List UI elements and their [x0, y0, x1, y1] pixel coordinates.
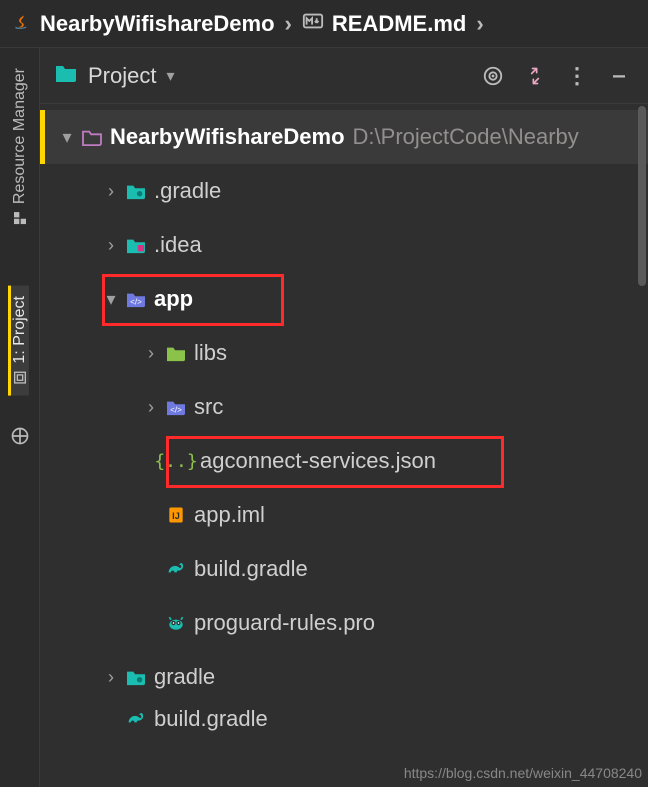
iml-file-icon: IJ [162, 505, 190, 525]
chevron-down-icon: ▾ [166, 66, 174, 86]
folder-gradle-icon [122, 668, 150, 686]
breadcrumb-file[interactable]: README.md [332, 11, 466, 37]
resource-manager-icon [12, 209, 28, 227]
chevron-down-icon[interactable]: ▾ [56, 127, 78, 148]
module-folder-icon [78, 128, 106, 146]
tree-item-label: build.gradle [194, 556, 308, 582]
folder-icon [54, 63, 78, 89]
sidebar-tab-resource-manager[interactable]: Resource Manager [11, 58, 29, 236]
tree-item-label: gradle [154, 664, 215, 690]
tree-item-agconnect[interactable]: {..} agconnect-services.json [40, 434, 648, 488]
json-file-icon: {..} [162, 451, 190, 472]
chevron-right-icon: › [285, 11, 292, 37]
folder-lib-icon [162, 344, 190, 362]
sidebar-tab-label: 1: Project [11, 296, 29, 364]
tree-item-label: .gradle [154, 178, 221, 204]
svg-text:</>: </> [130, 297, 142, 306]
svg-text:IJ: IJ [172, 511, 180, 521]
structure-icon[interactable] [10, 426, 30, 451]
tree-root-path: D:\ProjectCode\Nearby [353, 124, 579, 150]
breadcrumb-project[interactable]: NearbyWifishareDemo [40, 11, 275, 37]
proguard-file-icon [162, 613, 190, 633]
tree-item-build-gradle-app[interactable]: build.gradle [40, 542, 648, 596]
tree-item-idea[interactable]: › .idea [40, 218, 648, 272]
minimize-icon[interactable] [604, 61, 634, 91]
tree-item-proguard[interactable]: proguard-rules.pro [40, 596, 648, 650]
svg-text:</>: </> [170, 405, 182, 414]
folder-gradle-icon [122, 182, 150, 200]
module-source-folder-icon: </> [122, 290, 150, 308]
module-source-folder-icon: </> [162, 398, 190, 416]
project-square-icon [12, 369, 28, 387]
tree-item-label: libs [194, 340, 227, 366]
collapse-icon[interactable] [520, 61, 550, 91]
folder-idea-icon [122, 236, 150, 254]
chevron-down-icon[interactable]: ▾ [100, 289, 122, 310]
chevron-right-icon[interactable]: › [100, 667, 122, 688]
tree-item-app-iml[interactable]: IJ app.iml [40, 488, 648, 542]
tree-item-app[interactable]: ▾ </> app [40, 272, 648, 326]
tree-item-gradle-cache[interactable]: › .gradle [40, 164, 648, 218]
sidebar-tab-label: Resource Manager [11, 68, 29, 204]
tree-item-label: agconnect-services.json [200, 448, 436, 474]
scrollbar-vertical[interactable] [638, 106, 646, 286]
tree-item-label: src [194, 394, 223, 420]
tree-root-name: NearbyWifishareDemo [110, 124, 345, 150]
breadcrumb: NearbyWifishareDemo › README.md › [0, 0, 648, 48]
tree-item-label: app.iml [194, 502, 265, 528]
selection-indicator [40, 110, 45, 164]
tool-window-strip: Resource Manager 1: Project [0, 48, 40, 787]
target-icon[interactable] [478, 61, 508, 91]
tree-item-build-gradle-root[interactable]: build.gradle [40, 704, 648, 734]
chevron-right-icon[interactable]: › [100, 181, 122, 202]
gradle-file-icon [162, 559, 190, 579]
chevron-right-icon[interactable]: › [140, 397, 162, 418]
chevron-right-icon[interactable]: › [100, 235, 122, 256]
tree-item-gradle-dir[interactable]: › gradle [40, 650, 648, 704]
panel-view-selector[interactable]: Project ▾ [54, 63, 175, 89]
tree-item-src[interactable]: › </> src [40, 380, 648, 434]
tree-item-label: .idea [154, 232, 202, 258]
watermark: https://blog.csdn.net/weixin_44708240 [404, 765, 642, 781]
tree-item-libs[interactable]: › libs [40, 326, 648, 380]
chevron-right-icon[interactable]: › [140, 343, 162, 364]
tree-item-label: app [154, 286, 193, 312]
tree-item-label: build.gradle [154, 706, 268, 732]
java-icon [10, 10, 32, 38]
gradle-file-icon [122, 709, 150, 729]
panel-selector-label: Project [88, 63, 156, 89]
chevron-right-icon: › [476, 11, 483, 37]
more-icon[interactable]: ⋮ [562, 61, 592, 91]
markdown-icon [302, 10, 324, 38]
sidebar-tab-project[interactable]: 1: Project [8, 286, 29, 396]
project-tree[interactable]: ▾ NearbyWifishareDemo D:\ProjectCode\Nea… [40, 104, 648, 787]
project-panel: Project ▾ ⋮ ▾ [40, 48, 648, 787]
panel-toolbar: Project ▾ ⋮ [40, 48, 648, 104]
tree-root[interactable]: ▾ NearbyWifishareDemo D:\ProjectCode\Nea… [40, 110, 648, 164]
tree-item-label: proguard-rules.pro [194, 610, 375, 636]
